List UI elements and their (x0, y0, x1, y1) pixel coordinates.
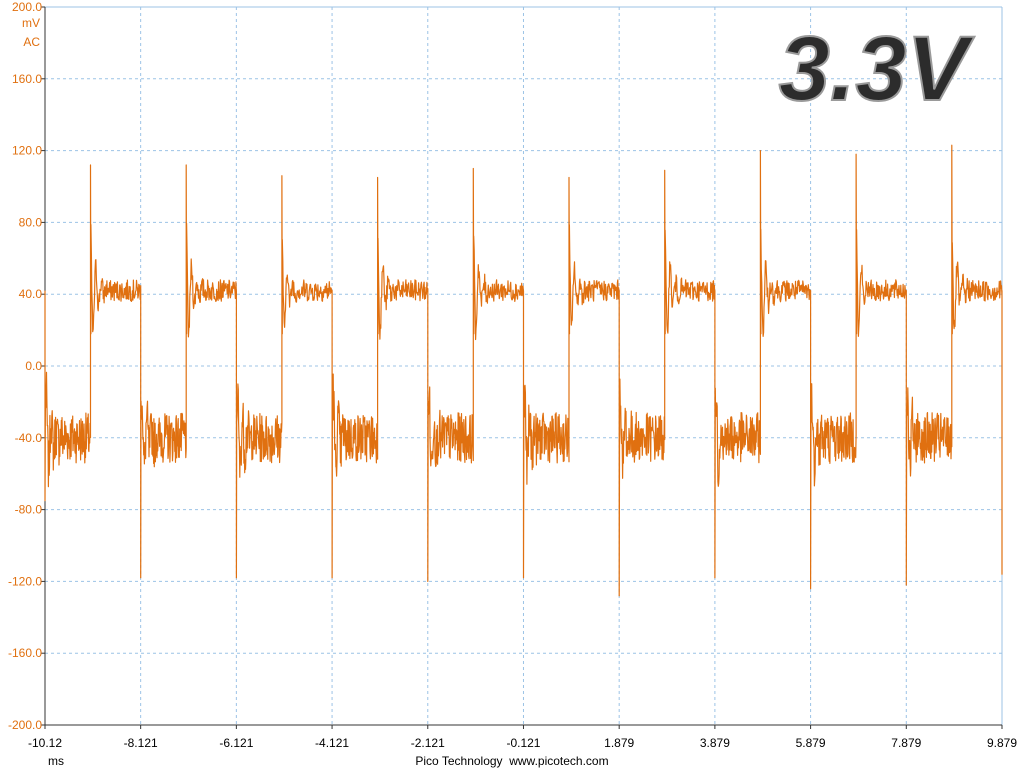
x-axis: -10.12 -8.121 -6.121 -4.121 -2.121 -0.121 1.87… (28, 725, 1017, 750)
x-tick-label: -8.121 (124, 736, 158, 750)
x-unit-label: ms (48, 754, 64, 768)
x-tick-label: 9.879 (987, 736, 1017, 750)
x-tick-label: -2.121 (411, 736, 445, 750)
x-tick-label: -10.12 (28, 736, 62, 750)
oscilloscope-chart: 200.0 160.0 120.0 80.0 40.0 0.0 -40.0 -80.0 -120… (8, 0, 1017, 768)
footer-label: Pico Technology www.picotech.com (415, 754, 608, 768)
x-tick-label: 7.879 (891, 736, 921, 750)
y-tick-label: -120.0 (8, 574, 42, 588)
y-tick-label: -80.0 (15, 503, 43, 517)
x-tick-label: -4.121 (315, 736, 349, 750)
y-axis: 200.0 160.0 120.0 80.0 40.0 0.0 -40.0 -80.0 -120… (8, 0, 45, 732)
y-tick-label: 160.0 (12, 72, 42, 86)
y-tick-label: 40.0 (19, 287, 43, 301)
y-unit-label: mV (22, 16, 40, 30)
y-coupling-label: AC (23, 35, 40, 49)
y-tick-label: 120.0 (12, 144, 42, 158)
y-tick-label: -160.0 (8, 646, 42, 660)
y-tick-label: 0.0 (25, 359, 42, 373)
chart-title: 3.3V (779, 18, 975, 120)
x-tick-label: 3.879 (700, 736, 730, 750)
y-tick-label: 200.0 (12, 0, 42, 14)
x-tick-label: 1.879 (604, 736, 634, 750)
x-tick-label: -6.121 (219, 736, 253, 750)
x-tick-label: 5.879 (796, 736, 826, 750)
y-tick-label: -40.0 (15, 431, 43, 445)
y-tick-label: 80.0 (19, 215, 43, 229)
y-tick-label: -200.0 (8, 718, 42, 732)
x-tick-label: -0.121 (506, 736, 540, 750)
